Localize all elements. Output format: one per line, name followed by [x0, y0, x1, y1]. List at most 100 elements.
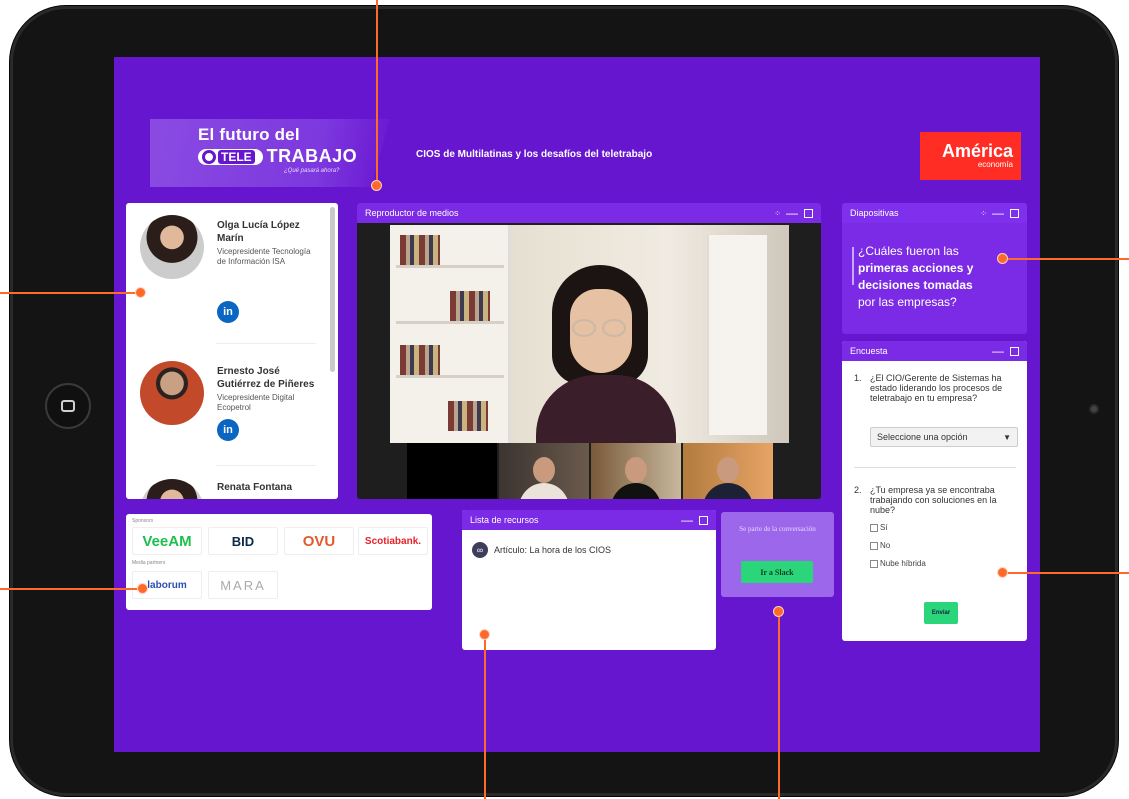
- slides-panel: Diapositivas ⁘ — ¿Cuáles fueron las prim…: [842, 203, 1027, 334]
- participant-thumbnail[interactable]: [499, 443, 589, 499]
- slide-line: por las empresas?: [858, 295, 957, 309]
- slide-line: primeras acciones y: [858, 261, 974, 275]
- resources-title: Lista de recursos: [470, 515, 539, 525]
- annotation-dot: [137, 583, 148, 594]
- minimize-icon[interactable]: —: [992, 345, 1004, 357]
- maximize-icon[interactable]: [699, 515, 708, 525]
- poll-question-2: 2. ¿Tu empresa ya se encontraba trabajan…: [854, 485, 1019, 515]
- speakers-panel: Olga Lucía López Marín Vicepresidente Te…: [126, 203, 338, 499]
- sponsor-veeam-logo[interactable]: VeeAM: [132, 527, 202, 555]
- resources-header: Lista de recursos —: [462, 510, 716, 530]
- link-icon: ∞: [472, 542, 488, 558]
- participant-thumbnail-empty[interactable]: [407, 443, 497, 499]
- tele-badge-text: TELE: [218, 149, 255, 164]
- speaker-role: Vicepresidente Tecnología de Información…: [217, 247, 311, 266]
- participant-thumbnail[interactable]: [683, 443, 773, 499]
- poll-option-nube-hibrida[interactable]: Nube híbrida: [870, 559, 926, 568]
- tele-badge: TELE: [198, 148, 263, 165]
- checkbox[interactable]: [870, 523, 878, 532]
- poll-option-si[interactable]: Sí: [870, 523, 888, 532]
- annotation-line: [484, 634, 486, 799]
- window-controls: —: [681, 514, 708, 526]
- minimize-icon[interactable]: —: [992, 207, 1004, 219]
- slide-text: ¿Cuáles fueron las primeras acciones y d…: [858, 243, 1018, 311]
- speaker-divider: [216, 465, 316, 466]
- power-icon: [202, 149, 216, 164]
- maximize-icon[interactable]: [804, 208, 813, 218]
- linkedin-icon[interactable]: in: [217, 301, 239, 323]
- drag-handle-icon[interactable]: ⁘: [980, 209, 987, 218]
- main-video-feed[interactable]: [390, 225, 789, 443]
- linkedin-icon[interactable]: in: [217, 419, 239, 441]
- america-economia-logo[interactable]: América economía: [920, 132, 1021, 180]
- media-player-header: Reproductor de medios ⁘ —: [357, 203, 821, 223]
- event-tagline: ¿Qué pasará ahora?: [284, 168, 340, 174]
- window-controls: ⁘ —: [774, 207, 813, 219]
- media-partners-label: Media partners: [132, 560, 166, 566]
- option-label: Sí: [880, 523, 888, 532]
- slide-accent-bar: [852, 247, 854, 285]
- option-label: Nube híbrida: [880, 559, 926, 568]
- video-participant: [536, 265, 676, 443]
- poll-question-1: 1. ¿El CIO/Gerente de Sistemas ha estado…: [854, 373, 1019, 403]
- option-label: No: [880, 541, 891, 550]
- window-controls: —: [992, 345, 1019, 357]
- annotation-line: [0, 588, 142, 590]
- sponsor-scotiabank-logo[interactable]: Scotiabank.: [358, 527, 428, 555]
- maximize-icon[interactable]: [1010, 346, 1019, 356]
- speaker-name: Ernesto José Gutiérrez de Piñeres: [217, 366, 315, 390]
- event-title: CIOS de Multilatinas y los desafíos del …: [416, 149, 653, 160]
- event-logo-line1: El futuro del: [198, 125, 300, 144]
- annotation-line: [1002, 572, 1129, 574]
- annotation-dot: [997, 253, 1008, 264]
- question-number: 1.: [854, 373, 862, 383]
- question-text: ¿El CIO/Gerente de Sistemas ha estado li…: [870, 373, 1003, 403]
- speaker-photo: [140, 215, 204, 279]
- media-player-title: Reproductor de medios: [365, 208, 459, 218]
- home-button[interactable]: [45, 383, 91, 429]
- annotation-dot: [371, 180, 382, 191]
- resource-item-label: Artículo: La hora de los CIOS: [494, 545, 612, 555]
- minimize-icon[interactable]: —: [786, 207, 798, 219]
- annotation-dot: [479, 629, 490, 640]
- poll-submit-button[interactable]: Enviar: [924, 602, 958, 624]
- checkbox[interactable]: [870, 541, 878, 550]
- go-to-slack-button[interactable]: Ir a Slack: [741, 561, 813, 583]
- media-mara-logo[interactable]: MARA: [208, 571, 278, 599]
- brand-name: América: [941, 141, 1013, 161]
- slides-header: Diapositivas ⁘ —: [842, 203, 1027, 223]
- sponsor-bid-logo[interactable]: BID: [208, 527, 278, 555]
- speaker-name: Renata Fontana: [217, 482, 293, 493]
- annotation-dot: [135, 287, 146, 298]
- dropdown-arrow-icon: ▼: [1003, 432, 1011, 442]
- question-number: 2.: [854, 485, 862, 495]
- slides-title: Diapositivas: [850, 208, 899, 218]
- media-player-panel: Reproductor de medios ⁘ —: [357, 203, 821, 499]
- speakers-scrollbar[interactable]: [330, 207, 335, 372]
- speaker-photo: [140, 479, 204, 499]
- resources-panel: Lista de recursos — ∞ Artículo: La hora …: [462, 510, 716, 650]
- poll-header: Encuesta —: [842, 341, 1027, 361]
- annotation-line: [376, 0, 378, 184]
- drag-handle-icon[interactable]: ⁘: [774, 209, 781, 218]
- door-background: [707, 235, 767, 435]
- annotation-line: [0, 292, 140, 294]
- speaker-divider: [216, 343, 316, 344]
- slide-line: decisiones tomadas: [858, 278, 973, 292]
- speaker-photo: [140, 361, 204, 425]
- brand-subname: economía: [977, 160, 1013, 169]
- participant-thumbnail[interactable]: [591, 443, 681, 499]
- poll-answer-select[interactable]: Seleccione una opción ▼: [870, 427, 1018, 447]
- page: El futuro del TELE TRABAJO ¿Qué pasará a…: [0, 0, 1129, 799]
- poll-option-no[interactable]: No: [870, 541, 890, 550]
- select-value: Seleccione una opción: [877, 432, 968, 442]
- maximize-icon[interactable]: [1010, 208, 1019, 218]
- checkbox[interactable]: [870, 559, 878, 568]
- sponsor-ovu-logo[interactable]: OVU: [284, 527, 354, 555]
- resource-item[interactable]: ∞ Artículo: La hora de los CIOS: [472, 542, 611, 558]
- minimize-icon[interactable]: —: [681, 514, 693, 526]
- poll-title: Encuesta: [850, 346, 888, 356]
- home-square-icon: [61, 400, 75, 412]
- question-text: ¿Tu empresa ya se encontraba trabajando …: [870, 485, 997, 515]
- camera-dot: [1089, 404, 1099, 414]
